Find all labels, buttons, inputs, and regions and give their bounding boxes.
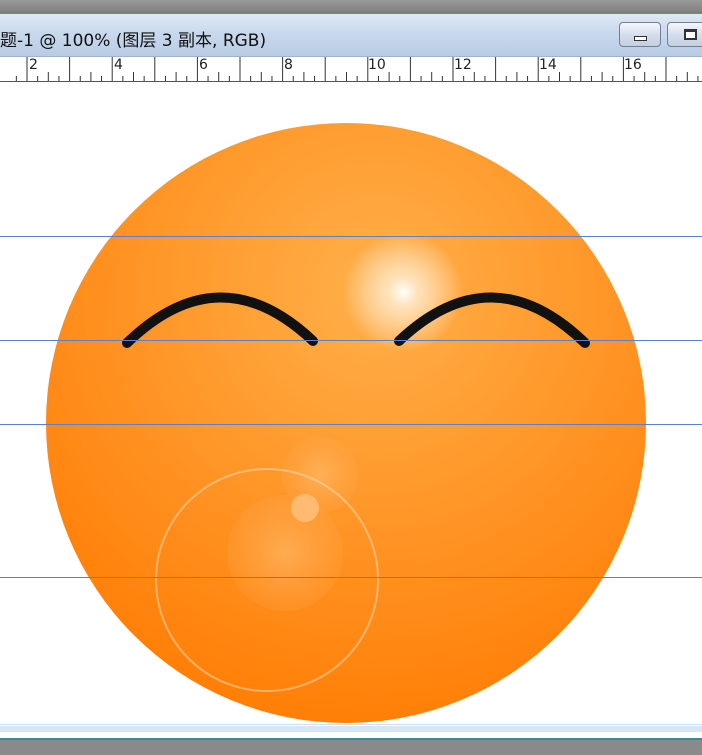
status-strip: [0, 738, 702, 755]
maximize-button[interactable]: [667, 22, 702, 47]
document-titlebar[interactable]: 题-1 @ 100% (图层 3 副本, RGB): [0, 14, 702, 57]
watermark-url: jingyan.baidu.com: [540, 703, 629, 715]
smiley-artwork: [46, 123, 646, 723]
flare-spot: [227, 495, 343, 611]
guide-line[interactable]: [0, 340, 702, 341]
face-circle: [46, 123, 646, 723]
guide-line[interactable]: [0, 236, 702, 237]
ruler-label: 2: [29, 57, 38, 73]
image-canvas[interactable]: [0, 83, 702, 724]
app-top-edge: [0, 0, 702, 13]
ruler-label: 12: [454, 57, 472, 73]
guide-line[interactable]: [0, 424, 702, 425]
ruler-label: 16: [624, 57, 642, 73]
ruler-label: 10: [368, 57, 386, 73]
document-window: 题-1 @ 100% (图层 3 副本, RGB) 2 4 6 8 10 12 …: [0, 13, 702, 740]
document-title: 题-1 @ 100% (图层 3 副本, RGB): [0, 31, 267, 51]
ruler-label: 4: [114, 57, 123, 73]
minimize-button[interactable]: [619, 22, 661, 47]
minimize-icon: [634, 36, 647, 41]
flare-spot: [291, 494, 319, 522]
guide-line[interactable]: [0, 577, 702, 578]
ruler-label: 8: [284, 57, 293, 73]
ruler-label: 6: [199, 57, 208, 73]
ruler-ticks: [15, 57, 699, 81]
horizontal-ruler[interactable]: 2 4 6 8 10 12 14 16: [0, 57, 702, 82]
edge-highlight: [0, 726, 702, 732]
watermark: Bai经验 jingyan.baidu.com: [538, 675, 668, 723]
ruler-label: 14: [539, 57, 557, 73]
maximize-icon: [684, 29, 697, 40]
